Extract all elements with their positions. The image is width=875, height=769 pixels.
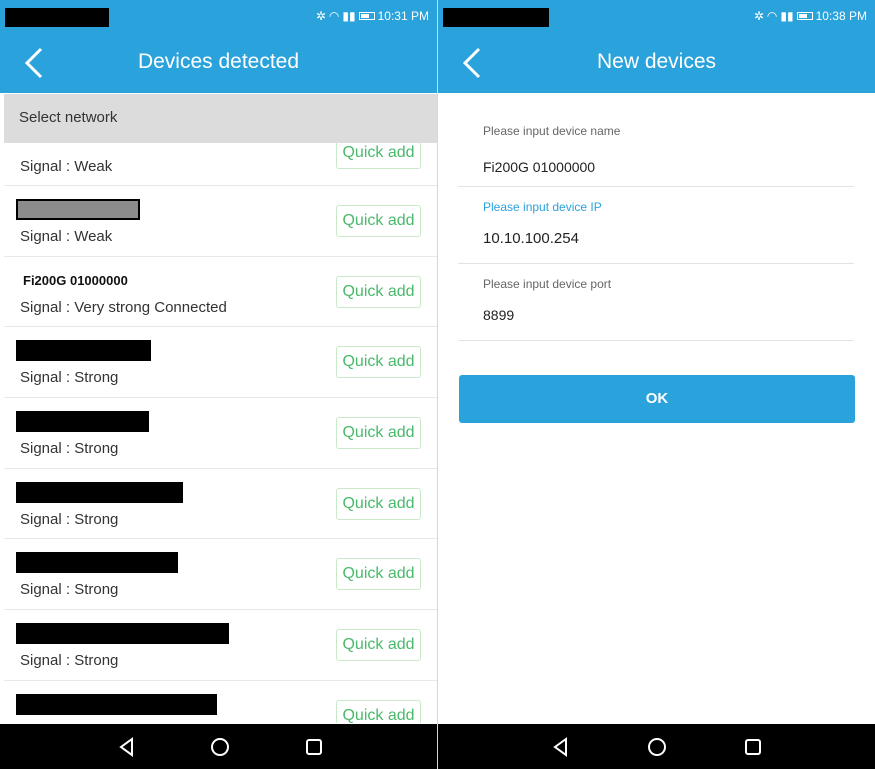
square-recent-icon (306, 739, 322, 755)
triangle-back-icon (119, 737, 133, 757)
select-network-button[interactable]: Select network (4, 94, 437, 143)
circle-home-icon (211, 738, 229, 756)
device-ip-input[interactable] (483, 230, 823, 247)
status-time: 10:38 PM (815, 9, 867, 23)
device-list: Signal : Weak Quick add Signal : Weak Qu… (4, 143, 437, 723)
nav-home-button[interactable] (645, 735, 669, 759)
status-bar: ✲ ◠ ▮▮ 10:38 PM (438, 0, 875, 33)
device-name-field: Please input device name (458, 94, 854, 187)
device-name: Fi200G 01000000 (23, 272, 128, 288)
app-bar: New devices (438, 33, 875, 93)
device-row: Signal : Strong Quick add (4, 610, 437, 681)
device-port-label: Please input device port (483, 277, 612, 291)
quick-add-button[interactable]: Quick add (336, 558, 421, 591)
device-row: Signal : Strong Quick add (4, 539, 437, 611)
device-ip-field: Please input device IP (458, 187, 854, 264)
redacted-device-name (16, 693, 217, 715)
app-bar: Devices detected (0, 33, 437, 93)
signal-icon: ▮▮ (780, 9, 794, 23)
device-row: Quick add (4, 681, 437, 723)
device-signal: Signal : Weak (20, 158, 113, 175)
device-row: Signal : Strong Quick add (4, 327, 437, 399)
device-signal: Signal : Strong (20, 652, 119, 670)
redacted-device-name (16, 481, 183, 503)
ok-button[interactable]: OK (459, 375, 855, 423)
status-icons: ✲ ◠ ▮▮ 10:38 PM (751, 9, 867, 23)
redacted-carrier (443, 8, 549, 27)
device-port-field: Please input device port (458, 264, 854, 341)
redacted-device-name (16, 552, 178, 574)
redacted-device-name (16, 199, 140, 220)
battery-icon (796, 12, 813, 20)
device-port-input[interactable] (483, 307, 823, 323)
device-signal: Signal : Strong (20, 440, 119, 458)
quick-add-button[interactable]: Quick add (336, 629, 421, 662)
system-nav-bar (0, 724, 437, 769)
signal-icon: ▮▮ (342, 9, 356, 23)
device-signal: Signal : Strong (20, 510, 119, 528)
redacted-device-name (16, 340, 151, 362)
system-nav-bar (438, 724, 875, 769)
quick-add-button[interactable]: Quick add (336, 417, 421, 450)
device-ip-label: Please input device IP (483, 200, 602, 214)
device-row: Fi200G 01000000 Signal : Very strong Con… (4, 257, 437, 328)
device-signal: Signal : Strong (20, 369, 119, 387)
redacted-device-name (16, 623, 229, 645)
nav-back-button[interactable] (115, 735, 139, 759)
page-title: New devices (596, 50, 717, 73)
quick-add-button[interactable]: Quick add (336, 205, 421, 237)
device-name-input[interactable] (483, 159, 823, 175)
quick-add-button[interactable]: Quick add (336, 275, 421, 308)
status-icons: ✲ ◠ ▮▮ 10:31 PM (313, 9, 429, 23)
eye-icon: ✲ (315, 9, 326, 23)
quick-add-button[interactable]: Quick add (336, 143, 421, 169)
redacted-device-name (16, 411, 149, 433)
circle-home-icon (648, 738, 666, 756)
nav-recent-button[interactable] (741, 735, 765, 759)
quick-add-button[interactable]: Quick add (336, 699, 421, 723)
nav-home-button[interactable] (208, 735, 232, 759)
status-time: 10:31 PM (377, 9, 429, 23)
device-name-label: Please input device name (483, 124, 621, 138)
quick-add-button[interactable]: Quick add (336, 487, 421, 520)
device-row: Signal : Weak Quick add (4, 143, 437, 186)
nav-recent-button[interactable] (302, 735, 326, 759)
new-device-form: Please input device name Please input de… (458, 94, 854, 341)
battery-icon (358, 12, 375, 20)
eye-icon: ✲ (753, 9, 764, 23)
new-devices-screen: ✲ ◠ ▮▮ 10:38 PM New devices Please input… (438, 0, 875, 769)
wifi-icon: ◠ (766, 9, 778, 23)
device-row: Signal : Strong Quick add (4, 398, 437, 469)
status-bar: ✲ ◠ ▮▮ 10:31 PM (0, 0, 437, 33)
square-recent-icon (745, 739, 761, 755)
device-row: Signal : Weak Quick add (4, 186, 437, 257)
nav-back-button[interactable] (549, 735, 573, 759)
triangle-back-icon (553, 737, 567, 757)
redacted-carrier (5, 8, 109, 27)
quick-add-button[interactable]: Quick add (336, 346, 421, 379)
page-title: Devices detected (137, 50, 300, 73)
device-signal: Signal : Very strong Connected (20, 298, 227, 316)
device-signal: Signal : Weak (20, 228, 113, 245)
device-row: Signal : Strong Quick add (4, 469, 437, 540)
devices-detected-screen: ✲ ◠ ▮▮ 10:31 PM Devices detected Select … (0, 0, 437, 769)
wifi-icon: ◠ (328, 9, 340, 23)
device-signal: Signal : Strong (20, 581, 119, 599)
